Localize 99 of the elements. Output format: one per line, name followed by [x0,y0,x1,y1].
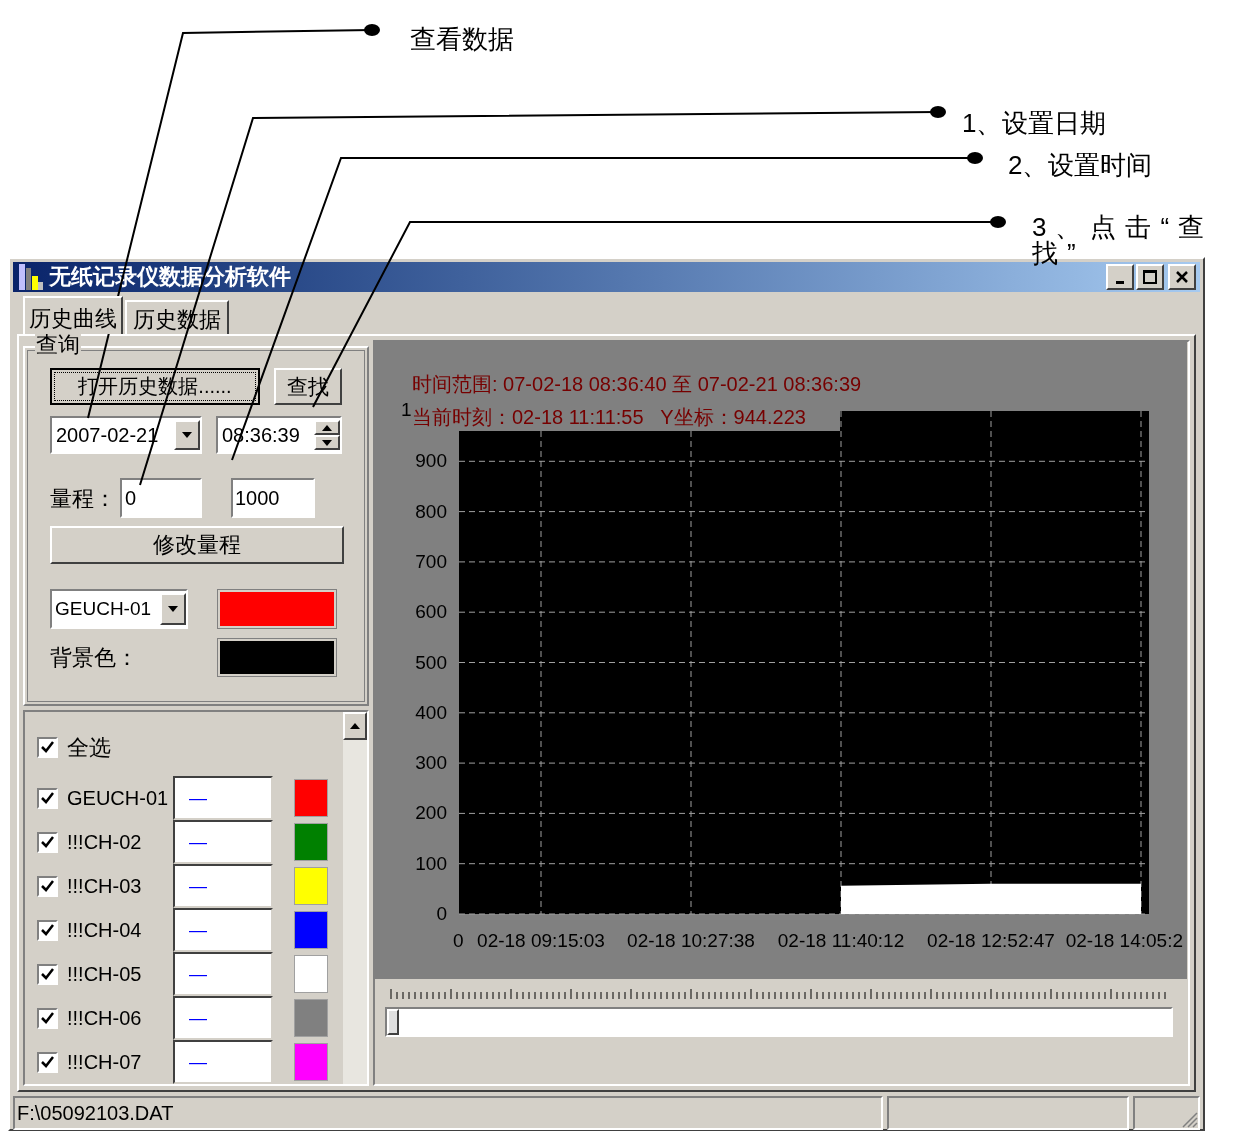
range-max-field[interactable]: 1000 [231,478,315,518]
channel-color-swatch[interactable] [294,779,328,817]
checkbox[interactable] [37,963,58,985]
y-tick-label: 900 [415,450,447,472]
line-style-field[interactable]: — [173,864,273,908]
line-style-field[interactable]: — [173,908,273,952]
down-arrow-icon [182,432,192,438]
line-style-sample: — [189,833,207,851]
line-style-field[interactable]: — [173,776,273,820]
status-file-path: F:\05092103.DAT [16,1101,174,1126]
window-title: 无纸记录仪数据分析软件 [49,266,291,288]
x-tick-label: 02-18 12:52:47 [927,930,1055,951]
channel-color-swatch[interactable] [294,999,328,1037]
range-min-field[interactable]: 0 [120,478,202,518]
line-style-field[interactable]: — [173,1040,273,1084]
down-arrow-icon [322,439,332,446]
checkbox[interactable] [37,919,58,941]
cursor-readout: 当前时刻：02-18 11:11:55 Y坐标：944.223 [412,407,806,427]
check-icon [41,836,54,848]
check-icon [41,968,54,980]
check-icon [41,792,54,804]
up-arrow-icon [350,723,360,729]
minimize-button[interactable] [1106,264,1134,290]
scrollbar[interactable] [343,712,367,1084]
channel-color-swatch[interactable] [294,911,328,949]
up-arrow-icon [322,424,332,431]
check-icon [41,1056,54,1068]
slider-thumb[interactable] [387,1009,399,1035]
check-icon [41,741,54,753]
y-tick-label: 500 [415,651,447,673]
channel-color-swatch[interactable] [294,867,328,905]
channel-dropdown[interactable]: GEUCH-01 [50,589,188,629]
line-style-sample: — [189,789,207,807]
x-origin-label: 0 [453,930,464,951]
y-tick-label: 700 [415,550,447,572]
time-range-text: 时间范围: 07-02-18 08:36:40 至 07-02-21 08:36:39 [412,374,862,394]
channel-name: GEUCH-01 [67,786,170,811]
checkbox[interactable] [37,736,58,758]
line-color-swatch[interactable] [218,590,336,628]
select-all-label: 全选 [67,733,111,762]
app-icon [17,262,45,292]
spin-down-button[interactable] [314,435,340,450]
line-style-sample: — [189,1009,207,1027]
maximize-icon [1143,270,1157,284]
y-tick-label: 0 [436,903,447,924]
down-arrow-icon [168,606,178,612]
dropdown-button[interactable] [160,593,186,625]
checkbox[interactable] [37,1007,58,1029]
check-icon [41,1012,54,1024]
x-tick-label: 02-18 11:40:12 [777,930,905,951]
y-tick-label: 400 [415,701,447,723]
maximize-button[interactable] [1136,264,1164,290]
channel-name: !!!CH-02 [67,830,143,855]
line-style-sample: — [189,965,207,983]
modify-range-button[interactable]: 修改量程 [50,526,344,564]
line-style-field[interactable]: — [173,996,273,1040]
line-style-field[interactable]: — [173,820,273,864]
line-style-sample: — [189,1053,207,1071]
tab[interactable]: 历史曲线 [23,296,123,334]
channel-color-swatch[interactable] [294,1043,328,1081]
dropdown-button[interactable] [174,420,200,450]
y-tick-label: 300 [415,752,447,774]
x-tick-label: 02-18 14:05:2 [1065,930,1183,951]
close-button[interactable] [1168,264,1196,290]
checkbox[interactable] [37,1051,58,1073]
spin-up-button[interactable] [314,420,340,435]
x-tick-label: 02-18 09:15:03 [477,930,605,951]
background-color-label: 背景色： [50,644,139,672]
y-tick-label: 800 [415,500,447,522]
channel-color-swatch[interactable] [294,955,328,993]
y-tick-label: 600 [415,601,447,623]
line-style-sample: — [189,877,207,895]
background-color-swatch[interactable] [218,639,336,676]
channel-name: !!!CH-05 [67,962,143,987]
channel-name: !!!CH-06 [67,1006,143,1031]
annotation-text: 3、点击“查找” [1032,214,1215,266]
channel-name: !!!CH-04 [67,918,143,943]
channel-name: !!!CH-07 [67,1050,143,1075]
channel-color-swatch[interactable] [294,823,328,861]
axis-top-label: 1 [401,400,412,419]
annotation-text: 1、设置日期 [962,110,1107,136]
x-tick-label: 02-18 10:27:38 [627,930,755,951]
range-label: 量程： [50,484,117,513]
checkbox[interactable] [37,787,58,809]
check-icon [41,880,54,892]
y-tick-label: 100 [415,852,447,874]
channel-name: !!!CH-03 [67,874,143,899]
annotation-text: 2、设置时间 [1008,152,1153,178]
line-style-sample: — [189,921,207,939]
scroll-up-button[interactable] [343,712,367,740]
y-tick-label: 200 [415,802,447,824]
checkbox[interactable] [37,875,58,897]
annotation-text: 查看数据 [410,26,514,52]
checkbox[interactable] [37,831,58,853]
group-label: 查询 [35,334,81,356]
close-icon [1176,271,1188,283]
check-icon [41,924,54,936]
line-style-field[interactable]: — [173,952,273,996]
minimize-icon [1116,281,1124,284]
